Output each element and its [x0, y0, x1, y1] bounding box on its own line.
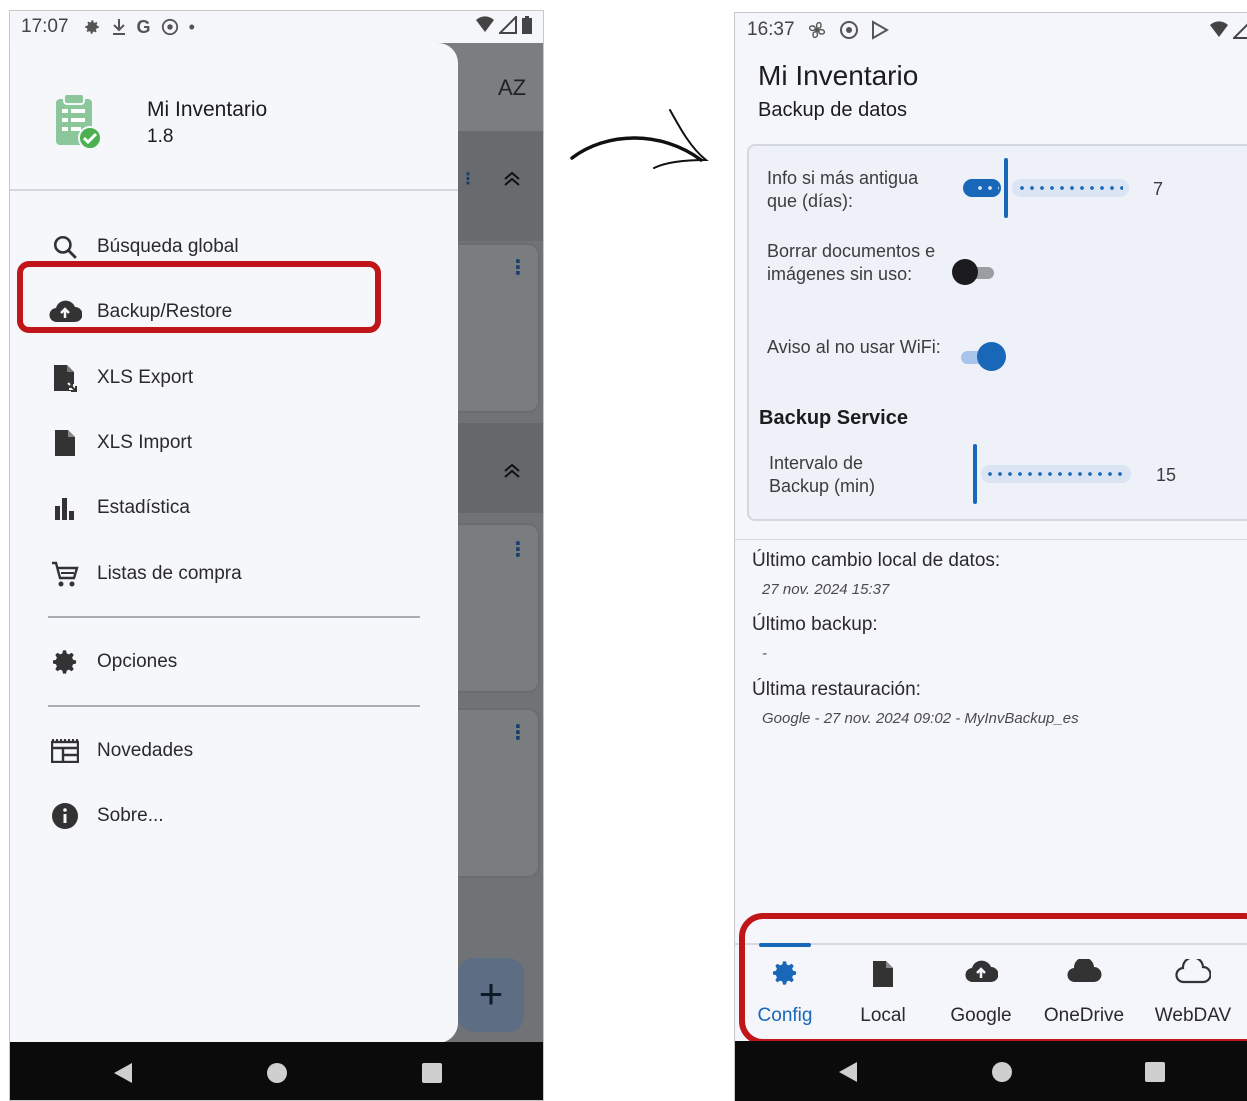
more-icon: ⋮ — [508, 539, 528, 561]
system-nav-bar — [735, 1041, 1247, 1101]
menu-item-novedades[interactable]: Novedades — [10, 726, 450, 776]
backup-service-title: Backup Service — [759, 407, 908, 429]
last-local-change-label: Último cambio local de datos: — [752, 550, 1001, 571]
play-status-icon — [871, 20, 889, 40]
app-name: Mi Inventario — [147, 98, 268, 121]
app-version: 1.8 — [147, 126, 174, 147]
file-export-icon — [48, 361, 82, 395]
file-icon — [48, 426, 82, 460]
download-status-icon — [112, 19, 125, 35]
menu-item-opciones[interactable]: Opciones — [10, 637, 450, 687]
wifi-warning-label: Aviso al no usar WiFi: — [767, 337, 941, 357]
status-bar: 17:07 G • — [10, 11, 543, 43]
recents-icon[interactable] — [421, 1062, 443, 1084]
news-icon — [48, 734, 82, 768]
navigation-drawer: Mi Inventario 1.8 Búsqueda global Backup… — [10, 43, 458, 1043]
system-nav-bar — [10, 1042, 543, 1100]
page-subtitle: Backup de datos — [758, 99, 907, 121]
menu-item-sobre[interactable]: Sobre... — [10, 791, 450, 841]
left-phone-screen: 17:07 G • AZ ⋮ ⋮ ⋮ ⋮ + Mi Inventario 1.8… — [9, 10, 544, 1101]
wifi-icon — [476, 16, 494, 32]
wifi-warning-toggle[interactable] — [961, 342, 1007, 372]
info-older-value: 7 — [1153, 179, 1164, 199]
menu-item-estadistica[interactable]: Estadística — [10, 483, 450, 533]
last-backup-value: - — [762, 645, 767, 662]
signal-icon — [499, 16, 517, 34]
status-time: 16:37 — [747, 19, 795, 40]
page-title: Mi Inventario — [758, 60, 919, 91]
interval-value: 15 — [1156, 465, 1177, 485]
info-older-label: Info si más antigua que (días): — [767, 168, 919, 211]
more-icon: ⋮ — [460, 171, 476, 188]
info-icon — [48, 799, 82, 833]
last-restore-value: Google - 27 nov. 2024 09:02 - MyInvBacku… — [762, 710, 1079, 727]
delete-unused-toggle[interactable] — [952, 259, 996, 285]
last-restore-label: Última restauración: — [752, 679, 921, 700]
menu-item-xls-import[interactable]: XLS Import — [10, 418, 450, 468]
dot-status-icon: • — [188, 16, 195, 37]
fan-status-icon — [808, 21, 825, 39]
highlight-tab-bar — [739, 913, 1247, 1045]
home-icon[interactable] — [266, 1062, 288, 1084]
right-phone-screen: 16:37 Mi Inventario Backup de datos Info… — [734, 12, 1247, 1101]
sync-status-icon — [161, 18, 178, 36]
back-icon[interactable] — [112, 1062, 134, 1084]
slider-thumb[interactable] — [1004, 158, 1008, 218]
transition-arrow-icon — [570, 109, 709, 169]
interval-label: Intervalo de Backup (min) — [769, 453, 876, 496]
battery-icon — [522, 16, 532, 34]
last-local-change-value: 27 nov. 2024 15:37 — [762, 581, 890, 598]
add-fab-button[interactable]: + — [458, 958, 524, 1032]
last-backup-label: Último backup: — [752, 614, 878, 635]
google-status-icon: G — [136, 16, 151, 37]
bar-chart-icon — [48, 491, 82, 525]
gear-icon — [48, 645, 82, 679]
recents-icon[interactable] — [1144, 1061, 1166, 1083]
backup-settings-card: Info si más antigua que (días): 7 Borrar… — [747, 144, 1247, 521]
highlight-backup-restore — [17, 261, 381, 333]
gear-status-icon — [84, 20, 99, 34]
menu-item-xls-export[interactable]: XLS Export — [10, 353, 450, 403]
menu-item-listas-compra[interactable]: Listas de compra — [10, 549, 450, 599]
menu-divider — [48, 705, 420, 707]
more-icon: ⋮ — [508, 257, 528, 279]
back-icon[interactable] — [837, 1061, 859, 1083]
collapse-icon — [504, 171, 520, 186]
collapse-icon — [504, 463, 520, 478]
slider-thumb[interactable] — [973, 444, 977, 504]
wifi-icon — [1210, 21, 1228, 37]
sort-az-icon: AZ — [498, 75, 527, 100]
menu-divider — [48, 616, 420, 618]
sync-status-icon — [839, 21, 858, 39]
delete-unused-label: Borrar documentos e imágenes sin uso: — [767, 241, 936, 284]
signal-icon — [1233, 23, 1247, 39]
more-icon: ⋮ — [508, 722, 528, 744]
drawer-header: Mi Inventario 1.8 — [10, 43, 458, 191]
status-time: 17:07 — [21, 16, 69, 37]
search-icon — [48, 230, 82, 264]
app-logo-icon — [56, 93, 102, 150]
status-bar: 16:37 — [747, 19, 889, 41]
home-icon[interactable] — [991, 1061, 1013, 1083]
shopping-cart-icon — [48, 557, 82, 591]
